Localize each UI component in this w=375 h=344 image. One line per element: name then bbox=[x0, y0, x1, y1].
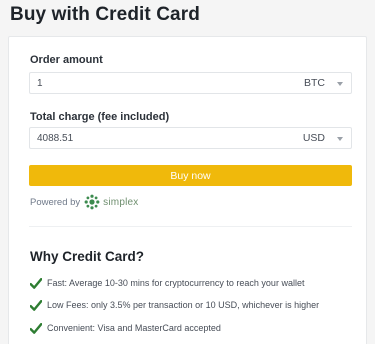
order-amount-field[interactable]: 1 BTC bbox=[29, 72, 352, 94]
benefit-text: Convenient: Visa and MasterCard accepted bbox=[47, 323, 221, 333]
total-charge-label: Total charge (fee included) bbox=[30, 111, 170, 123]
chevron-down-icon[interactable] bbox=[337, 82, 343, 86]
order-currency-select[interactable]: BTC bbox=[304, 77, 325, 89]
benefit-item: Convenient: Visa and MasterCard accepted bbox=[30, 321, 221, 335]
benefit-item: Fast: Average 10-30 mins for cryptocurre… bbox=[30, 276, 304, 290]
charge-currency-select[interactable]: USD bbox=[303, 132, 325, 144]
order-amount-label: Order amount bbox=[30, 54, 103, 66]
divider bbox=[29, 226, 352, 227]
benefit-text: Fast: Average 10-30 mins for cryptocurre… bbox=[47, 278, 305, 288]
benefit-text: Low Fees: only 3.5% per transaction or 1… bbox=[47, 300, 320, 310]
check-icon bbox=[30, 277, 42, 289]
simplex-brand-name[interactable]: simplex bbox=[103, 197, 138, 208]
order-amount-value[interactable]: 1 bbox=[37, 78, 43, 89]
buy-now-button[interactable]: Buy now bbox=[29, 165, 352, 186]
powered-by-label: Powered by bbox=[30, 196, 81, 208]
total-charge-value[interactable]: 4088.51 bbox=[37, 133, 73, 144]
chevron-down-icon[interactable] bbox=[337, 137, 343, 141]
benefit-item: Low Fees: only 3.5% per transaction or 1… bbox=[30, 298, 319, 312]
simplex-logo-icon bbox=[84, 194, 100, 210]
why-credit-card-heading: Why Credit Card? bbox=[30, 249, 145, 264]
credit-card-form: Order amount 1 BTC Total charge (fee inc… bbox=[8, 36, 367, 344]
check-icon bbox=[30, 299, 42, 311]
total-charge-field[interactable]: 4088.51 USD bbox=[29, 127, 352, 149]
page-title: Buy with Credit Card bbox=[10, 4, 200, 25]
check-icon bbox=[30, 322, 42, 334]
powered-by: Powered by simplex bbox=[30, 194, 138, 210]
